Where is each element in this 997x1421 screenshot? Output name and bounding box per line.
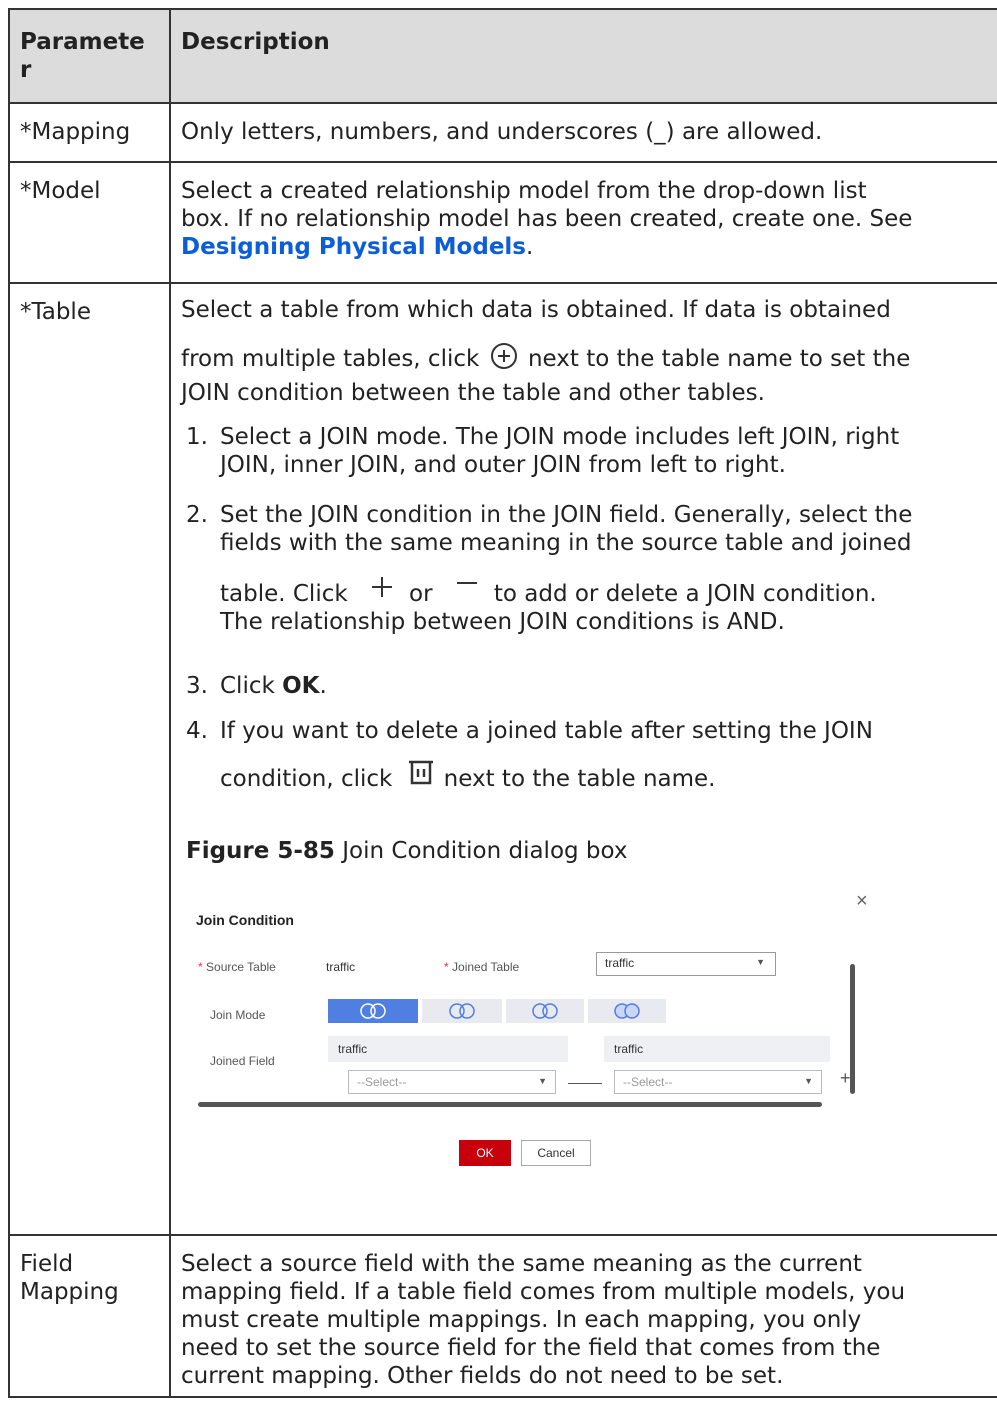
param-field-mapping-line2: Mapping [20, 1279, 119, 1305]
trash-icon [408, 760, 433, 784]
join-condition-dialog: Join Condition × * Source Table traffic … [176, 890, 896, 1190]
table-desc-line3: JOIN condition between the table and oth… [181, 380, 765, 406]
cancel-button[interactable]: Cancel [521, 1140, 591, 1166]
table-row: *Model Select a created relationship mod… [8, 163, 997, 284]
join-mode-right-button[interactable] [422, 999, 502, 1023]
plus-icon [372, 576, 392, 597]
step-1: 1. Select a JOIN mode. The JOIN mode incl… [186, 423, 899, 479]
source-table-value: traffic [326, 960, 356, 974]
step-text: or [409, 581, 433, 607]
add-circle-icon [490, 342, 517, 369]
join-mode-label: Join Mode [210, 1008, 266, 1022]
table-row: Field Mapping Select a source field with… [8, 1236, 997, 1398]
horizontal-scrollbar[interactable] [198, 1102, 822, 1107]
step-2: 2. Set the JOIN condition in the JOIN fie… [186, 501, 912, 557]
left-field-placeholder: --Select-- [357, 1075, 407, 1089]
desc-field-mapping-line: current mapping. Other fields do not nee… [181, 1363, 784, 1389]
param-field-mapping-line1: Field [20, 1251, 74, 1277]
join-mode-inner-button[interactable] [506, 999, 584, 1023]
step-4-line2: condition, click next to the table name. [186, 760, 716, 793]
right-field-select[interactable]: --Select-- ▼ [614, 1070, 822, 1094]
step-text: The relationship between JOIN conditions… [220, 609, 785, 635]
figure-caption-text: Join Condition dialog box [342, 838, 628, 864]
step-text: condition, click [220, 766, 393, 792]
joined-table-label: * Joined Table [444, 960, 520, 974]
right-field-placeholder: --Select-- [623, 1075, 673, 1089]
joined-table-select-value: traffic [605, 956, 635, 970]
step-text: Select a JOIN mode. The JOIN mode includ… [220, 424, 900, 450]
chevron-down-icon: ▼ [538, 1076, 547, 1086]
param-model: *Model [8, 163, 171, 282]
source-table-label: * Source Table [198, 960, 276, 974]
desc-model-line2: box. If no relationship model has been c… [181, 206, 913, 232]
desc-field-mapping-line: need to set the source field for the fie… [181, 1335, 881, 1361]
desc-field-mapping: Select a source field with the same mean… [171, 1236, 997, 1396]
table-desc-line2a: from multiple tables, click [181, 346, 480, 372]
ok-button[interactable]: OK [459, 1140, 511, 1166]
header-parameter-line2: r [20, 57, 32, 83]
header-parameter: Paramete r [8, 10, 171, 102]
left-table-header: traffic [328, 1036, 568, 1062]
close-icon[interactable]: × [856, 890, 868, 913]
joined-field-label: Joined Field [210, 1054, 275, 1068]
inner-join-icon [532, 1003, 558, 1019]
step-number: 3. [186, 673, 208, 699]
minus-icon [456, 581, 477, 584]
param-table: *Table [8, 284, 171, 1234]
dialog-title: Join Condition [196, 912, 294, 928]
add-condition-icon[interactable]: + [840, 1068, 851, 1089]
param-mapping: *Mapping [8, 104, 171, 161]
right-table-header: traffic [604, 1036, 830, 1062]
table-desc-line1: Select a table from which data is obtain… [181, 297, 891, 323]
step-text: . [319, 673, 327, 699]
desc-field-mapping-line: must create multiple mappings. In each m… [181, 1307, 862, 1333]
joined-table-select[interactable]: traffic ▼ [596, 952, 776, 976]
param-field-mapping: Field Mapping [8, 1236, 171, 1396]
outer-join-icon [614, 1003, 640, 1019]
join-connector-line [568, 1083, 602, 1084]
designing-physical-models-link[interactable]: Designing Physical Models [181, 234, 526, 260]
step-text: If you want to delete a joined table aft… [220, 718, 873, 744]
step-4: 4. If you want to delete a joined table a… [186, 717, 873, 745]
step-text: Click [220, 673, 275, 699]
step-2-line3: table. Click or to add or delete a JOIN … [186, 576, 877, 636]
right-table-header-text: traffic [614, 1042, 644, 1056]
table-header: Paramete r Description [8, 10, 997, 104]
step-bold-ok: OK [282, 673, 320, 699]
vertical-scrollbar[interactable] [850, 964, 855, 1094]
step-number: 1. [186, 424, 208, 450]
table-desc-line2: from multiple tables, click next to the … [181, 342, 911, 373]
left-table-header-text: traffic [338, 1042, 368, 1056]
left-field-select[interactable]: --Select-- ▼ [348, 1070, 556, 1094]
step-text: to add or delete a JOIN condition. [493, 581, 877, 607]
step-number: 4. [186, 718, 208, 744]
step-text: next to the table name. [443, 766, 716, 792]
chevron-down-icon: ▼ [804, 1076, 813, 1086]
desc-field-mapping-line: Select a source field with the same mean… [181, 1251, 862, 1277]
right-join-icon [449, 1003, 475, 1019]
step-text: Set the JOIN condition in the JOIN field… [220, 502, 913, 528]
header-description: Description [181, 29, 330, 55]
step-number: 2. [186, 502, 208, 528]
figure-caption-label: Figure 5-85 [186, 838, 335, 864]
join-mode-outer-button[interactable] [588, 999, 666, 1023]
desc-mapping: Only letters, numbers, and underscores (… [181, 119, 823, 145]
join-mode-left-button[interactable] [328, 999, 418, 1023]
figure-caption: Figure 5-85 Join Condition dialog box [186, 837, 628, 865]
desc-model-line1: Select a created relationship model from… [181, 178, 867, 204]
desc-field-mapping-line: mapping field. If a table field comes fr… [181, 1279, 906, 1305]
header-parameter-line1: Paramete [20, 29, 145, 55]
step-text: fields with the same meaning in the sour… [220, 530, 912, 556]
table-row: *Mapping Only letters, numbers, and unde… [8, 104, 997, 163]
desc-model-period: . [526, 234, 534, 260]
desc-model: Select a created relationship model from… [171, 163, 997, 282]
step-text: JOIN, inner JOIN, and outer JOIN from le… [220, 452, 786, 478]
step-text: table. Click [220, 581, 348, 607]
chevron-down-icon: ▼ [756, 957, 765, 967]
step-3: 3. Click OK. [186, 672, 327, 700]
left-join-icon [360, 1003, 386, 1019]
desc-model-line3: Designing Physical Models. [181, 233, 997, 261]
table-desc-line2b: next to the table name to set the [527, 346, 911, 372]
